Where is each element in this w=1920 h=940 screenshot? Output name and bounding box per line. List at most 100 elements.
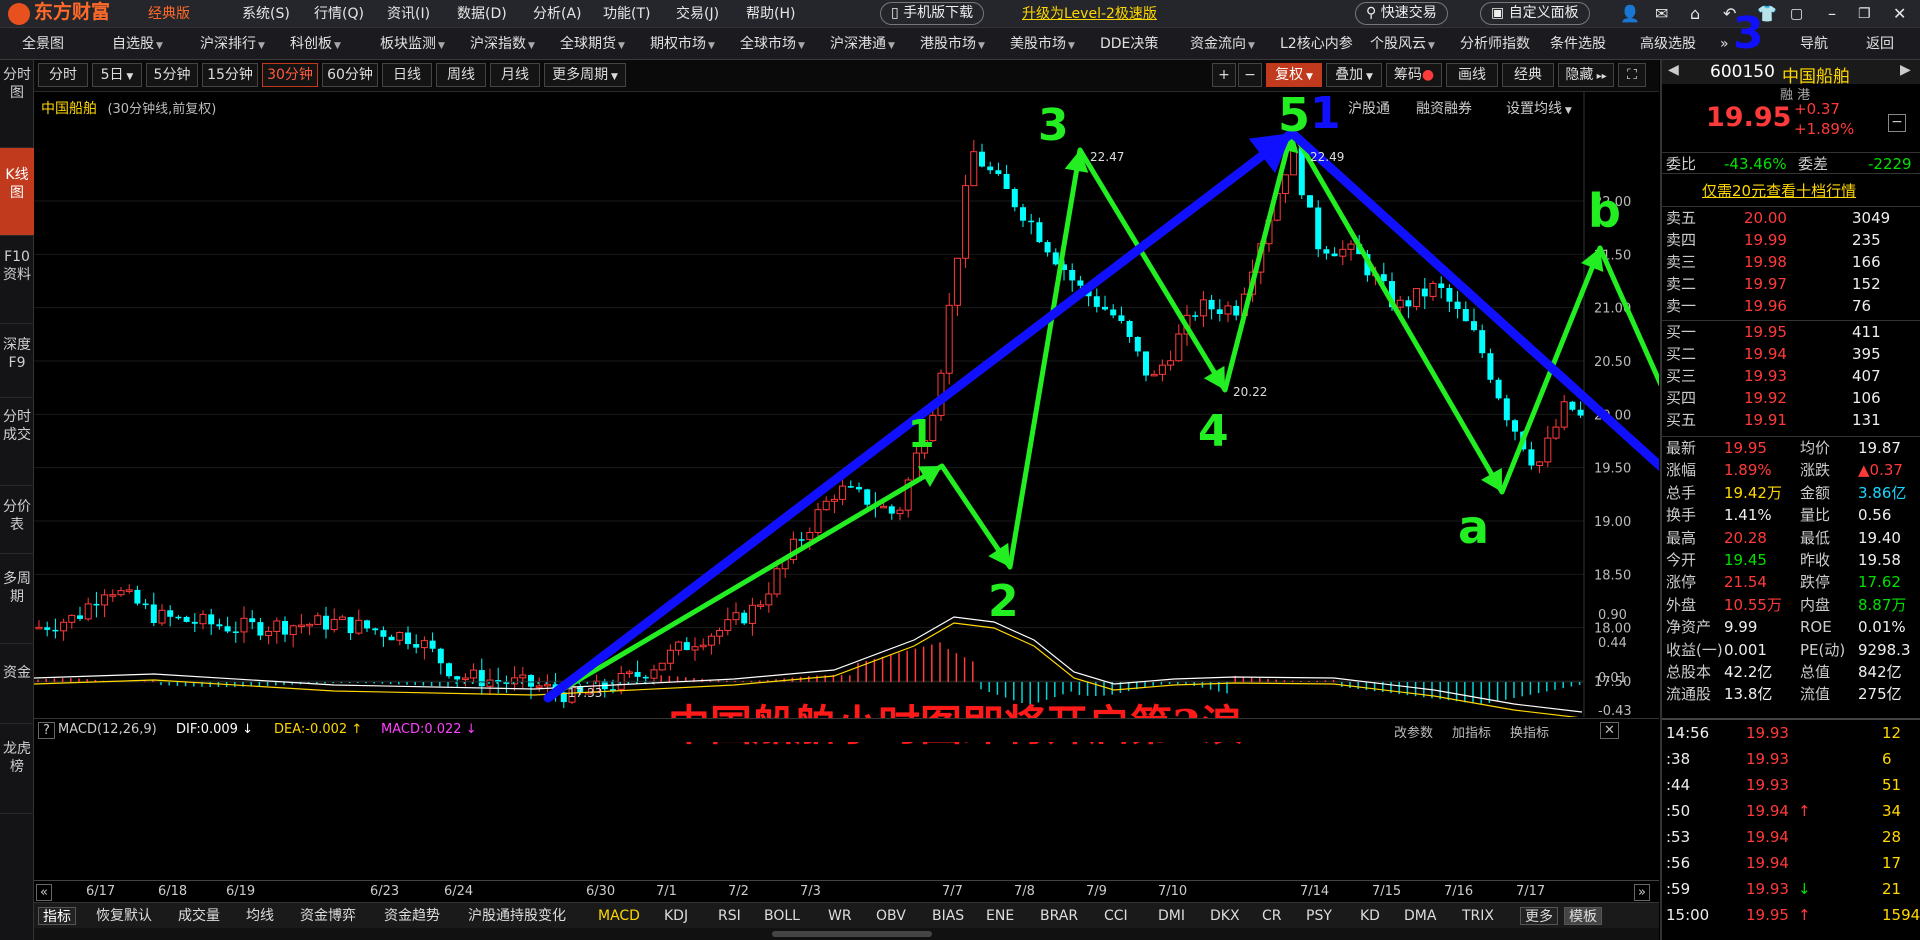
sidebar-item-timeshare[interactable]: 分时图 <box>0 60 34 148</box>
menu-stock-risk[interactable]: 个股风云 ▼ <box>1370 34 1435 54</box>
sidebar-item-price-table[interactable]: 分价表 <box>0 486 34 554</box>
macd-switch-indicator[interactable]: 换指标 <box>1510 722 1549 741</box>
home-icon[interactable]: ⌂ <box>1690 4 1700 24</box>
adjust-price-button[interactable]: 复权 ▼ <box>1266 63 1322 87</box>
tab-trix[interactable]: TRIX <box>1462 907 1494 925</box>
tab-boll[interactable]: BOLL <box>764 907 800 925</box>
tab-cr[interactable]: CR <box>1262 907 1282 925</box>
menu-options[interactable]: 期权市场 ▼ <box>650 34 715 54</box>
promo-link[interactable]: 仅需20元查看十档行情 <box>1702 180 1856 201</box>
sidebar-item-depth[interactable]: 深度F9 <box>0 324 34 398</box>
tab-bias[interactable]: BIAS <box>932 907 964 925</box>
margin-trading-tool[interactable]: 融资融券 <box>1416 98 1472 118</box>
macd-add-indicator[interactable]: 加指标 <box>1452 722 1491 741</box>
menu-global-futures[interactable]: 全球期货 ▼ <box>560 34 625 54</box>
menu-advanced-select[interactable]: 高级选股 <box>1640 34 1696 54</box>
tab-brar[interactable]: BRAR <box>1040 907 1078 925</box>
menu-analysis[interactable]: 分析(A) <box>533 4 582 24</box>
tab-wr[interactable]: WR <box>828 907 852 925</box>
tab-indicator[interactable]: 指标 <box>38 907 76 925</box>
menu-navigation[interactable]: 导航 <box>1800 34 1828 54</box>
tab-rsi[interactable]: RSI <box>718 907 741 925</box>
sidebar-item-trades[interactable]: 分时成交 <box>0 398 34 486</box>
tab-kdj[interactable]: KDJ <box>664 907 688 925</box>
menu-system[interactable]: 系统(S) <box>242 4 290 24</box>
hide-button[interactable]: 隐藏 ▸▸ <box>1558 63 1614 87</box>
macd-change-params[interactable]: 改参数 <box>1394 722 1433 741</box>
menu-analyst-index[interactable]: 分析师指数 <box>1460 34 1530 54</box>
menu-condition-select[interactable]: 条件选股 <box>1550 34 1606 54</box>
tab-macd[interactable]: MACD <box>598 907 640 925</box>
period-monthly[interactable]: 月线 <box>490 63 540 87</box>
sidebar-item-dragon-tiger[interactable]: 龙虎榜 <box>0 724 34 814</box>
period-weekly[interactable]: 周线 <box>436 63 486 87</box>
tab-capital-game[interactable]: 资金博弈 <box>300 907 356 925</box>
period-daily[interactable]: 日线 <box>382 63 432 87</box>
tab-connect-holdings[interactable]: 沪股通持股变化 <box>468 907 566 925</box>
tab-psy[interactable]: PSY <box>1306 907 1332 925</box>
menu-help[interactable]: 帮助(H) <box>746 4 795 24</box>
horizontal-scrollbar[interactable] <box>34 928 1659 940</box>
minimize-panel-icon[interactable]: ▢ <box>1790 4 1803 24</box>
menu-connect[interactable]: 沪深港通 ▼ <box>830 34 895 54</box>
classic-button[interactable]: 经典 <box>1502 63 1554 87</box>
sidebar-item-kline[interactable]: K线图 <box>0 148 34 236</box>
collapse-icon[interactable]: − <box>1888 114 1906 132</box>
upgrade-link[interactable]: 升级为Level-2极速版 <box>1022 4 1157 24</box>
menu-function[interactable]: 功能(T) <box>603 4 650 24</box>
period-5day[interactable]: 5日 ▼ <box>92 63 142 87</box>
menu-info[interactable]: 资讯(I) <box>387 4 430 24</box>
period-60min[interactable]: 60分钟 <box>322 63 378 87</box>
menu-hk[interactable]: 港股市场 ▼ <box>920 34 985 54</box>
menu-sector-monitor[interactable]: 板块监测 ▼ <box>380 34 445 54</box>
period-5min[interactable]: 5分钟 <box>146 63 198 87</box>
minimize-window-icon[interactable]: – <box>1828 4 1836 24</box>
menu-capital-flow[interactable]: 资金流向 ▼ <box>1190 34 1255 54</box>
next-stock-icon[interactable]: ▶ <box>1900 62 1911 78</box>
tab-cci[interactable]: CCI <box>1104 907 1128 925</box>
scroll-thumb[interactable] <box>772 931 932 937</box>
menu-us[interactable]: 美股市场 ▼ <box>1010 34 1075 54</box>
tab-dmi[interactable]: DMI <box>1158 907 1185 925</box>
period-30min[interactable]: 30分钟 <box>262 63 318 87</box>
chips-button[interactable]: 筹码● <box>1386 63 1442 87</box>
tab-volume[interactable]: 成交量 <box>178 907 220 925</box>
date-scroll-left-icon[interactable]: « <box>36 884 52 901</box>
tab-restore-default[interactable]: 恢复默认 <box>96 907 152 925</box>
maximize-window-icon[interactable]: ❐ <box>1858 4 1871 24</box>
sidebar-item-f10[interactable]: F10资料 <box>0 236 34 324</box>
menu-ranking[interactable]: 沪深排行 ▼ <box>200 34 265 54</box>
sidebar-item-capital[interactable]: 资金 <box>0 644 34 724</box>
set-ma-tool[interactable]: 设置均线 ▼ <box>1506 98 1572 118</box>
connect-tool[interactable]: 沪股通 <box>1348 98 1390 118</box>
menu-index[interactable]: 沪深指数 ▼ <box>470 34 535 54</box>
menu-panorama[interactable]: 全景图 <box>22 34 64 54</box>
tab-more[interactable]: 更多 <box>1520 907 1558 925</box>
sidebar-item-multi-period[interactable]: 多周期 <box>0 554 34 644</box>
custom-panel-button[interactable]: ▣ 自定义面板 <box>1480 2 1590 25</box>
fullscreen-icon[interactable]: ⛶ <box>1618 63 1646 87</box>
zoom-in-button[interactable]: + <box>1212 63 1236 87</box>
menu-data[interactable]: 数据(D) <box>457 4 507 24</box>
tab-dma[interactable]: DMA <box>1404 907 1436 925</box>
quick-trade-button[interactable]: ⚲ 快速交易 <box>1355 2 1448 25</box>
period-timeshare[interactable]: 分时 <box>38 63 88 87</box>
mail-icon[interactable]: ✉ <box>1655 4 1668 24</box>
menu-return[interactable]: 返回 <box>1866 34 1894 54</box>
tab-ene[interactable]: ENE <box>986 907 1014 925</box>
menu-global-markets[interactable]: 全球市场 ▼ <box>740 34 805 54</box>
kline-chart-area[interactable]: 22.00 21.50 21.00 20.50 20.00 19.50 19.00 18.50… <box>34 92 1659 717</box>
user-icon[interactable]: 👤 <box>1620 4 1640 24</box>
menu-dde[interactable]: DDE决策 <box>1100 34 1158 54</box>
mobile-download-button[interactable]: ▯ 手机版下载 <box>880 2 985 25</box>
menu-watchlist[interactable]: 自选股 ▼ <box>112 34 163 54</box>
tab-kd[interactable]: KD <box>1360 907 1380 925</box>
zoom-out-button[interactable]: − <box>1238 63 1262 87</box>
menu-l2[interactable]: L2核心内参 <box>1280 34 1353 54</box>
tab-obv[interactable]: OBV <box>876 907 906 925</box>
close-window-icon[interactable]: ✕ <box>1893 4 1906 24</box>
tab-dkx[interactable]: DKX <box>1210 907 1240 925</box>
overlay-button[interactable]: 叠加 ▼ <box>1326 63 1382 87</box>
menu-star-market[interactable]: 科创板 ▼ <box>290 34 341 54</box>
period-more[interactable]: 更多周期 ▼ <box>544 63 626 87</box>
